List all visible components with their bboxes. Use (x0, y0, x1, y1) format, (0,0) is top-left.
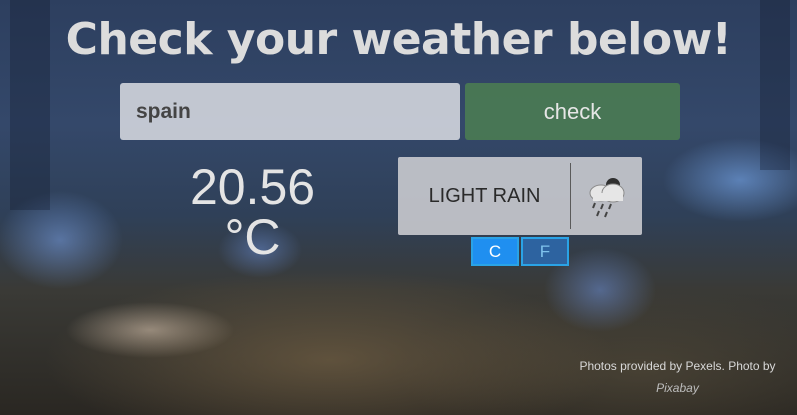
page-title: Check your weather below! (65, 14, 732, 65)
check-button[interactable]: check (465, 83, 680, 140)
credit-line: Photos provided by Pexels. Photo by (579, 359, 776, 373)
credit-author: Pixabay (656, 381, 699, 395)
celsius-toggle[interactable]: C (471, 237, 519, 266)
weather-condition-card: LIGHT RAIN (398, 157, 642, 235)
temperature-unit: °C (224, 209, 281, 265)
divider (570, 163, 571, 229)
rain-cloud-icon (589, 178, 625, 218)
fahrenheit-toggle[interactable]: F (521, 237, 569, 266)
temperature-display: 20.56 °C (170, 162, 335, 262)
photo-credit: Photos provided by Pexels. Photo by Pixa… (560, 355, 795, 399)
location-search-input[interactable] (120, 83, 460, 140)
condition-text: LIGHT RAIN (428, 185, 541, 207)
temperature-value: 20.56 (189, 159, 316, 215)
